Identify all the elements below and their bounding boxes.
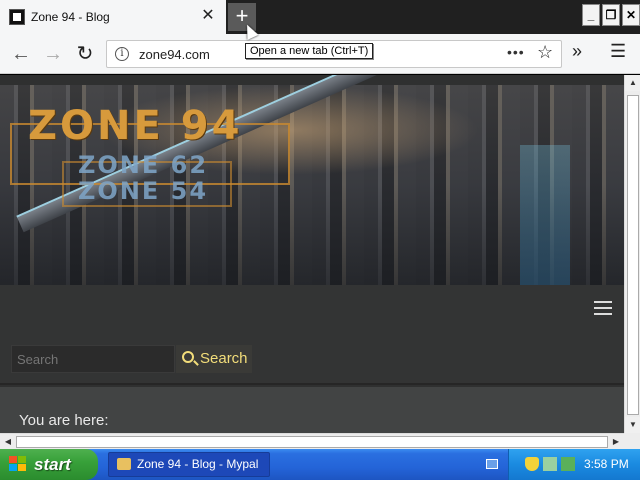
taskbar-item-mypal[interactable]: Zone 94 - Blog - Mypal xyxy=(108,452,270,477)
page-content: ZONE 94 ZONE 62 ZONE 54 Search You are h… xyxy=(0,75,624,433)
start-button[interactable]: start xyxy=(0,449,98,480)
close-tab-icon[interactable]: ✕ xyxy=(200,7,216,25)
site-nav xyxy=(0,285,624,333)
bookmark-star-icon[interactable]: ☆ xyxy=(537,42,553,63)
security-shield-icon[interactable] xyxy=(525,457,539,471)
scrollbar-corner xyxy=(624,433,640,449)
start-label: start xyxy=(34,455,71,474)
breadcrumb: You are here: xyxy=(0,387,624,433)
site-logo-sub2: ZONE 54 xyxy=(78,177,209,205)
vertical-scroll-thumb[interactable] xyxy=(627,95,639,415)
new-tab-tooltip: Open a new tab (Ctrl+T) xyxy=(245,43,374,59)
site-logo-main[interactable]: ZONE 94 xyxy=(28,103,242,149)
tab-title: Zone 94 - Blog xyxy=(31,10,110,24)
search-button-label: Search xyxy=(200,350,248,367)
taskbar: start Zone 94 - Blog - Mypal 3:58 PM xyxy=(0,449,640,480)
forward-button[interactable]: → xyxy=(40,41,66,67)
magnifier-icon xyxy=(182,351,194,363)
close-window-button[interactable]: ✕ xyxy=(622,4,640,26)
search-input[interactable] xyxy=(11,345,175,373)
minimize-button[interactable]: _ xyxy=(582,4,600,26)
scroll-down-icon[interactable]: ▼ xyxy=(625,417,640,433)
zone94-favicon-icon xyxy=(9,9,25,25)
site-logo-sub1: ZONE 62 xyxy=(78,151,209,179)
url-text[interactable]: zone94.com xyxy=(139,47,210,62)
page-actions-icon[interactable]: ••• xyxy=(507,44,525,60)
app-menu-icon[interactable]: ☰ xyxy=(610,41,626,62)
mypal-app-icon xyxy=(117,458,131,470)
scroll-left-icon[interactable]: ◀ xyxy=(0,434,16,450)
vertical-scrollbar[interactable]: ▲ ▼ xyxy=(624,75,640,433)
search-area: Search xyxy=(0,333,624,385)
scroll-right-icon[interactable]: ▶ xyxy=(608,434,624,450)
taskbar-item-label: Zone 94 - Blog - Mypal xyxy=(137,457,259,471)
info-icon[interactable]: i xyxy=(115,47,129,61)
restore-button[interactable]: ❐ xyxy=(602,4,620,26)
horizontal-scrollbar[interactable]: ◀ ▶ xyxy=(0,433,624,449)
reload-button[interactable]: ↻ xyxy=(72,41,98,67)
search-button[interactable]: Search xyxy=(176,345,252,373)
windows-flag-icon xyxy=(9,456,27,473)
network-icon[interactable] xyxy=(543,457,557,471)
back-button[interactable]: ← xyxy=(8,41,34,67)
hamburger-icon[interactable] xyxy=(594,301,612,315)
header-banner: ZONE 94 ZONE 62 ZONE 54 xyxy=(0,75,624,285)
window-controls: _ ❐ ✕ xyxy=(582,4,640,28)
safely-remove-icon[interactable] xyxy=(561,457,575,471)
clock[interactable]: 3:58 PM xyxy=(584,457,629,471)
scroll-up-icon[interactable]: ▲ xyxy=(625,75,640,91)
toolbar-overflow-icon[interactable]: » xyxy=(572,41,582,62)
horizontal-scroll-thumb[interactable] xyxy=(16,436,608,448)
tab-zone94[interactable]: Zone 94 - Blog ✕ xyxy=(0,0,226,34)
breadcrumb-label: You are here: xyxy=(19,412,109,429)
tab-strip: Zone 94 - Blog ✕ + _ ❐ ✕ xyxy=(0,0,640,34)
keyboard-layout-icon[interactable] xyxy=(486,459,498,469)
system-tray: 3:58 PM xyxy=(508,449,640,480)
